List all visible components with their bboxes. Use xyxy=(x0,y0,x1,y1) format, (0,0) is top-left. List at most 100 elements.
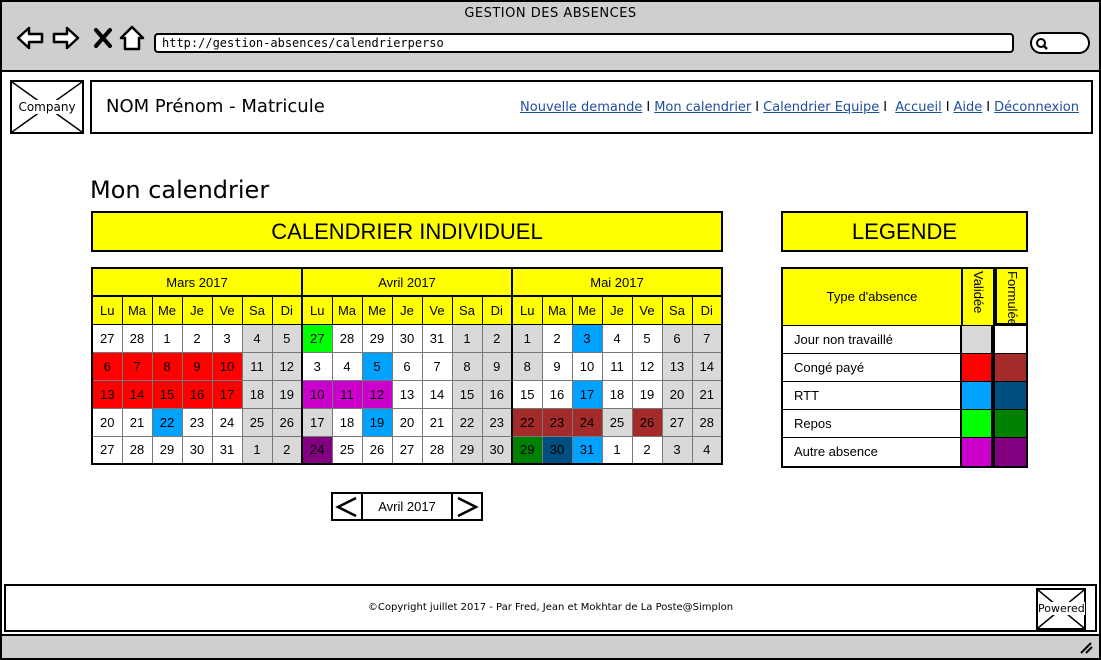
nav-link-deconnexion[interactable]: Déconnexion xyxy=(994,100,1079,115)
calendar-day-cell[interactable]: 5 xyxy=(361,351,393,381)
calendar-day-cell[interactable]: 9 xyxy=(181,351,213,381)
calendar-day-cell[interactable]: 10 xyxy=(211,351,243,381)
calendar-day-cell[interactable]: 28 xyxy=(121,323,153,353)
calendar-day-cell[interactable]: 29 xyxy=(451,435,483,465)
calendar-day-cell[interactable]: 28 xyxy=(121,435,153,465)
calendar-day-cell[interactable]: 8 xyxy=(151,351,183,381)
calendar-day-cell[interactable]: 27 xyxy=(91,323,123,353)
calendar-day-cell[interactable]: 27 xyxy=(661,407,693,437)
calendar-day-cell[interactable]: 18 xyxy=(331,407,363,437)
calendar-day-cell[interactable]: 16 xyxy=(481,379,513,409)
calendar-day-cell[interactable]: 2 xyxy=(631,435,663,465)
calendar-day-cell[interactable]: 1 xyxy=(451,323,483,353)
calendar-day-cell[interactable]: 8 xyxy=(511,351,543,381)
nav-link-nouvelle-demande[interactable]: Nouvelle demande xyxy=(520,100,642,115)
calendar-day-cell[interactable]: 2 xyxy=(481,323,513,353)
calendar-day-cell[interactable]: 26 xyxy=(271,407,303,437)
calendar-day-cell[interactable]: 28 xyxy=(691,407,723,437)
calendar-day-cell[interactable]: 27 xyxy=(91,435,123,465)
calendar-day-cell[interactable]: 3 xyxy=(661,435,693,465)
calendar-day-cell[interactable]: 14 xyxy=(691,351,723,381)
calendar-day-cell[interactable]: 25 xyxy=(331,435,363,465)
calendar-day-cell[interactable]: 3 xyxy=(211,323,243,353)
calendar-day-cell[interactable]: 22 xyxy=(151,407,183,437)
calendar-day-cell[interactable]: 19 xyxy=(631,379,663,409)
calendar-day-cell[interactable]: 30 xyxy=(391,323,423,353)
browser-search-input[interactable] xyxy=(1030,32,1090,54)
calendar-day-cell[interactable]: 7 xyxy=(121,351,153,381)
previous-month-button[interactable] xyxy=(333,494,363,519)
calendar-day-cell[interactable]: 2 xyxy=(541,323,573,353)
nav-link-mon-calendrier[interactable]: Mon calendrier xyxy=(654,100,751,115)
calendar-day-cell[interactable]: 20 xyxy=(91,407,123,437)
calendar-day-cell[interactable]: 11 xyxy=(331,379,363,409)
calendar-day-cell[interactable]: 17 xyxy=(301,407,333,437)
calendar-day-cell[interactable]: 15 xyxy=(511,379,543,409)
calendar-day-cell[interactable]: 2 xyxy=(181,323,213,353)
calendar-day-cell[interactable]: 14 xyxy=(121,379,153,409)
calendar-day-cell[interactable]: 29 xyxy=(151,435,183,465)
calendar-day-cell[interactable]: 11 xyxy=(241,351,273,381)
calendar-day-cell[interactable]: 24 xyxy=(571,407,603,437)
calendar-day-cell[interactable]: 19 xyxy=(361,407,393,437)
calendar-day-cell[interactable]: 14 xyxy=(421,379,453,409)
calendar-day-cell[interactable]: 4 xyxy=(691,435,723,465)
calendar-day-cell[interactable]: 13 xyxy=(391,379,423,409)
calendar-day-cell[interactable]: 1 xyxy=(151,323,183,353)
calendar-day-cell[interactable]: 6 xyxy=(391,351,423,381)
calendar-day-cell[interactable]: 27 xyxy=(391,435,423,465)
calendar-day-cell[interactable]: 27 xyxy=(301,323,333,353)
calendar-day-cell[interactable]: 5 xyxy=(631,323,663,353)
back-arrow-icon[interactable] xyxy=(16,24,44,52)
home-icon[interactable] xyxy=(118,24,146,52)
calendar-day-cell[interactable]: 16 xyxy=(181,379,213,409)
calendar-day-cell[interactable]: 30 xyxy=(481,435,513,465)
calendar-day-cell[interactable]: 28 xyxy=(421,435,453,465)
calendar-day-cell[interactable]: 29 xyxy=(511,435,543,465)
calendar-day-cell[interactable]: 7 xyxy=(421,351,453,381)
calendar-day-cell[interactable]: 17 xyxy=(211,379,243,409)
calendar-day-cell[interactable]: 25 xyxy=(241,407,273,437)
nav-link-accueil[interactable]: Accueil xyxy=(895,100,941,115)
calendar-day-cell[interactable]: 28 xyxy=(331,323,363,353)
calendar-day-cell[interactable]: 3 xyxy=(301,351,333,381)
calendar-day-cell[interactable]: 18 xyxy=(601,379,633,409)
calendar-day-cell[interactable]: 15 xyxy=(151,379,183,409)
calendar-day-cell[interactable]: 12 xyxy=(271,351,303,381)
calendar-day-cell[interactable]: 20 xyxy=(391,407,423,437)
calendar-day-cell[interactable]: 21 xyxy=(421,407,453,437)
calendar-day-cell[interactable]: 29 xyxy=(361,323,393,353)
calendar-day-cell[interactable]: 20 xyxy=(661,379,693,409)
calendar-day-cell[interactable]: 4 xyxy=(601,323,633,353)
calendar-day-cell[interactable]: 15 xyxy=(451,379,483,409)
calendar-day-cell[interactable]: 9 xyxy=(541,351,573,381)
calendar-day-cell[interactable]: 12 xyxy=(631,351,663,381)
calendar-day-cell[interactable]: 4 xyxy=(331,351,363,381)
url-bar[interactable]: http://gestion-absences/calendrierperso xyxy=(154,33,1014,53)
calendar-day-cell[interactable]: 6 xyxy=(661,323,693,353)
forward-arrow-icon[interactable] xyxy=(52,24,80,52)
calendar-day-cell[interactable]: 24 xyxy=(301,435,333,465)
calendar-day-cell[interactable]: 13 xyxy=(661,351,693,381)
calendar-day-cell[interactable]: 23 xyxy=(541,407,573,437)
calendar-day-cell[interactable]: 22 xyxy=(451,407,483,437)
calendar-day-cell[interactable]: 23 xyxy=(181,407,213,437)
calendar-day-cell[interactable]: 1 xyxy=(241,435,273,465)
nav-link-calendrier-equipe[interactable]: Calendrier Equipe xyxy=(763,100,879,115)
calendar-day-cell[interactable]: 30 xyxy=(541,435,573,465)
calendar-day-cell[interactable]: 26 xyxy=(631,407,663,437)
close-icon[interactable] xyxy=(90,24,118,52)
calendar-day-cell[interactable]: 24 xyxy=(211,407,243,437)
calendar-day-cell[interactable]: 11 xyxy=(601,351,633,381)
calendar-day-cell[interactable]: 6 xyxy=(91,351,123,381)
calendar-day-cell[interactable]: 5 xyxy=(271,323,303,353)
calendar-day-cell[interactable]: 31 xyxy=(211,435,243,465)
calendar-day-cell[interactable]: 31 xyxy=(421,323,453,353)
calendar-day-cell[interactable]: 21 xyxy=(121,407,153,437)
calendar-day-cell[interactable]: 10 xyxy=(571,351,603,381)
calendar-day-cell[interactable]: 9 xyxy=(481,351,513,381)
calendar-day-cell[interactable]: 8 xyxy=(451,351,483,381)
calendar-day-cell[interactable]: 23 xyxy=(481,407,513,437)
calendar-day-cell[interactable]: 12 xyxy=(361,379,393,409)
calendar-day-cell[interactable]: 21 xyxy=(691,379,723,409)
